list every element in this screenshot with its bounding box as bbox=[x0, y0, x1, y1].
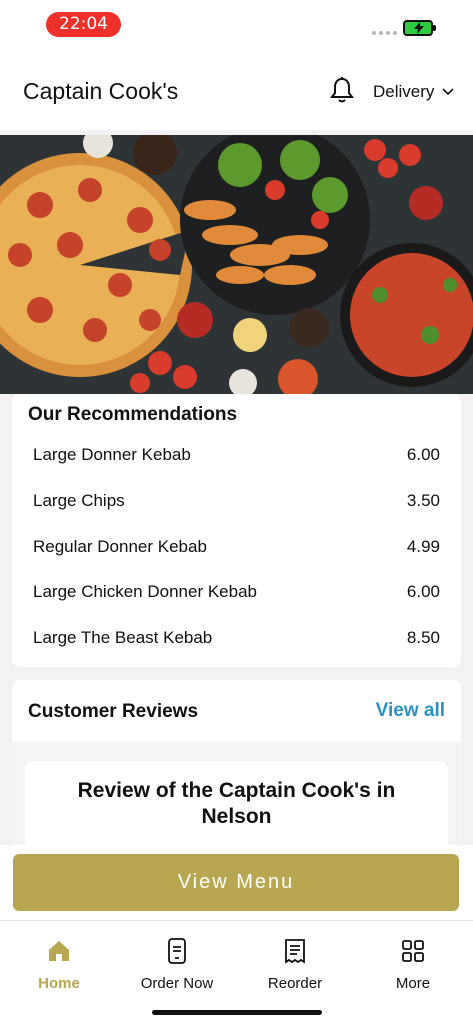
receipt-icon bbox=[240, 935, 350, 967]
tab-reorder[interactable]: Reorder bbox=[240, 935, 350, 992]
recommendations-card: Our Recommendations Large Donner Kebab 6… bbox=[12, 394, 461, 667]
page-title: Captain Cook's bbox=[23, 78, 179, 104]
tab-label: Reorder bbox=[267, 975, 323, 992]
tab-label: More bbox=[395, 975, 431, 992]
tab-label: Home bbox=[38, 975, 80, 992]
delivery-selector[interactable]: Delivery bbox=[373, 82, 454, 102]
item-name: Large Donner Kebab bbox=[33, 445, 191, 464]
list-item[interactable]: Regular Donner Kebab 4.99 bbox=[33, 537, 440, 557]
delivery-label: Delivery bbox=[373, 82, 435, 101]
home-icon bbox=[4, 935, 114, 967]
battery-charging-icon bbox=[403, 20, 436, 36]
list-item[interactable]: Large Donner Kebab 6.00 bbox=[33, 445, 440, 465]
menu-button-bar: View Menu bbox=[0, 845, 473, 920]
item-price: 6.00 bbox=[406, 582, 440, 601]
signal-icon bbox=[372, 31, 397, 35]
tab-home[interactable]: Home bbox=[4, 935, 114, 992]
item-price: 3.50 bbox=[406, 491, 440, 510]
status-time: 22:04 bbox=[46, 12, 121, 37]
item-name: Large Chips bbox=[33, 491, 125, 510]
reviews-title: Customer Reviews bbox=[28, 701, 199, 722]
reviews-card: Customer Reviews View all Review of the … bbox=[12, 680, 461, 855]
item-price: 6.00 bbox=[406, 445, 440, 464]
item-name: Large Chicken Donner Kebab bbox=[33, 582, 257, 601]
recommendations-title: Our Recommendations bbox=[28, 404, 238, 425]
tab-order-now[interactable]: Order Now bbox=[122, 935, 232, 992]
hero-food-image bbox=[0, 135, 473, 394]
view-all-link[interactable]: View all bbox=[376, 700, 445, 722]
list-item[interactable]: Large Chips 3.50 bbox=[33, 491, 440, 511]
item-price: 4.99 bbox=[406, 537, 440, 556]
phone-order-icon bbox=[122, 935, 232, 967]
list-item[interactable]: Large The Beast Kebab 8.50 bbox=[33, 628, 440, 648]
list-item[interactable]: Large Chicken Donner Kebab 6.00 bbox=[33, 582, 440, 602]
bell-icon[interactable] bbox=[329, 76, 355, 109]
status-bar: 22:04 bbox=[0, 0, 473, 52]
item-price: 8.50 bbox=[406, 628, 440, 647]
review-card[interactable]: Review of the Captain Cook's in Nelson bbox=[25, 761, 448, 855]
reviews-header: Customer Reviews View all bbox=[12, 680, 461, 742]
tab-bar: Home Order Now Reorder More bbox=[0, 920, 473, 1024]
grid-icon bbox=[358, 935, 468, 967]
item-name: Large The Beast Kebab bbox=[33, 628, 213, 647]
chevron-down-icon bbox=[442, 88, 454, 96]
home-indicator bbox=[152, 1010, 322, 1015]
item-name: Regular Donner Kebab bbox=[33, 537, 207, 556]
tab-label: Order Now bbox=[140, 975, 214, 992]
view-menu-button[interactable]: View Menu bbox=[13, 854, 459, 911]
review-title: Review of the Captain Cook's in Nelson bbox=[77, 779, 396, 828]
app-header: Captain Cook's Delivery bbox=[0, 52, 473, 130]
tab-more[interactable]: More bbox=[358, 935, 468, 992]
